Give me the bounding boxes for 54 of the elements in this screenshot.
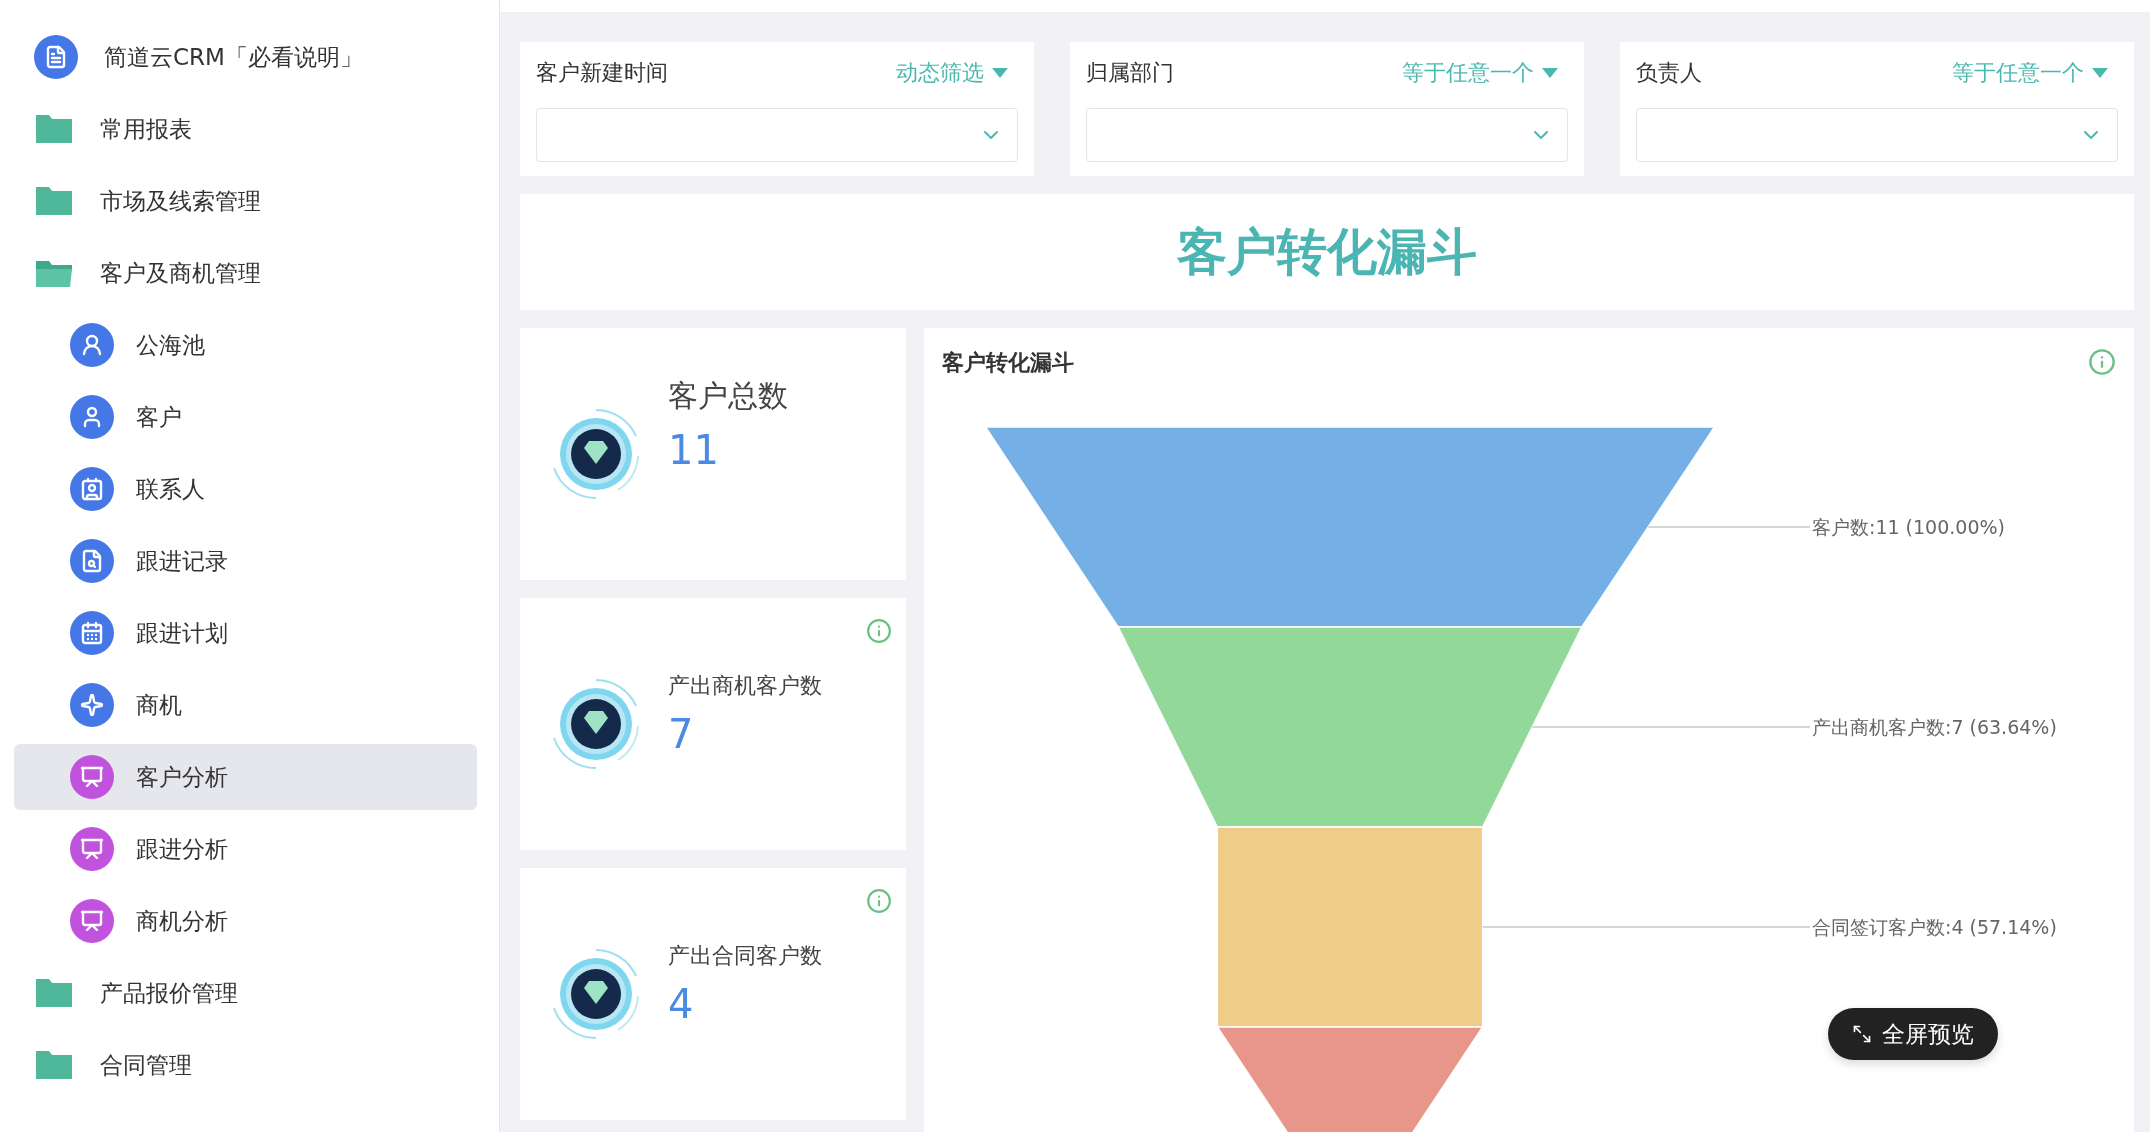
stat-value: 11	[668, 426, 720, 473]
sidebar-item[interactable]: 客户及商机管理	[14, 240, 477, 306]
chart-title: 客户转化漏斗	[942, 349, 1074, 377]
caret-down-icon	[992, 68, 1008, 78]
sidebar-item[interactable]: 客户	[14, 384, 477, 450]
filter-label: 负责人	[1636, 59, 1702, 87]
caret-down-icon	[2092, 68, 2108, 78]
caret-down-icon	[1542, 68, 1558, 78]
stat-label: 客户总数	[668, 376, 788, 415]
sidebar-item[interactable]: 跟进分析	[14, 816, 477, 882]
fullscreen-button[interactable]: 全屏预览	[1828, 1008, 1998, 1060]
stat-value: 4	[668, 981, 695, 1027]
sidebar-item[interactable]: 合同管理	[14, 1032, 477, 1098]
select-field[interactable]	[1636, 108, 2118, 162]
info-icon[interactable]	[866, 888, 892, 914]
funnel-label: 合同签订客户数:4 (57.14%)	[1812, 916, 2057, 938]
calendar-icon	[70, 611, 114, 655]
sidebar-item[interactable]: 商机分析	[14, 888, 477, 954]
sidebar-item[interactable]: 市场及线索管理	[14, 168, 477, 234]
document-icon	[34, 35, 78, 79]
user-icon	[70, 395, 114, 439]
sidebar-item[interactable]: 客户分析	[14, 744, 477, 810]
sidebar-item[interactable]: 公海池	[14, 312, 477, 378]
filter-label: 归属部门	[1086, 59, 1174, 87]
expand-arrows-icon	[1852, 1024, 1872, 1044]
presentation-icon	[70, 755, 114, 799]
sidebar-item[interactable]: 跟进记录	[14, 528, 477, 594]
sidebar-item[interactable]: 简道云CRM「必看说明」	[14, 24, 477, 90]
funnel-label: 产出商机客户数:7 (63.64%)	[1812, 716, 2057, 738]
user-icon	[70, 323, 114, 367]
select-field[interactable]	[536, 108, 1018, 162]
folder-icon	[34, 185, 74, 217]
sidebar-item[interactable]: 商机	[14, 672, 477, 738]
document-search-icon	[70, 539, 114, 583]
folder-icon	[34, 1049, 74, 1081]
sidebar-item[interactable]: 常用报表	[14, 96, 477, 162]
sidebar-item[interactable]: 联系人	[14, 456, 477, 522]
page-title: 客户转化漏斗	[1177, 221, 1477, 283]
info-icon[interactable]	[2088, 348, 2116, 376]
folder-icon	[34, 113, 74, 145]
sidebar-item[interactable]: 跟进计划	[14, 600, 477, 666]
select-field[interactable]	[1086, 108, 1568, 162]
info-icon[interactable]	[866, 618, 892, 644]
sidebar-item[interactable]: 产品报价管理	[14, 960, 477, 1026]
sparkle-icon	[70, 683, 114, 727]
presentation-icon	[70, 827, 114, 871]
funnel-label: 客户数:11 (100.00%)	[1812, 516, 2005, 538]
stat-value: 7	[668, 711, 695, 757]
filter-label: 客户新建时间	[536, 59, 668, 87]
presentation-icon	[70, 899, 114, 943]
folder-icon	[34, 977, 74, 1009]
stat-label: 产出商机客户数	[668, 672, 822, 700]
contact-card-icon	[70, 467, 114, 511]
stat-label: 产出合同客户数	[668, 942, 822, 970]
